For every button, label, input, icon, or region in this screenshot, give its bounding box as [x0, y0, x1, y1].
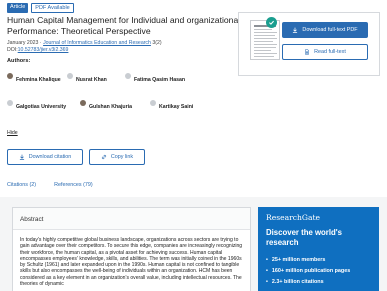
- publication-meta: January 2023 · Journal of Informatics Ed…: [7, 40, 162, 54]
- read-fulltext-button[interactable]: Read full-text: [282, 44, 368, 60]
- author-name: Fatima Qasim Hasan: [134, 77, 186, 83]
- copy-link-button[interactable]: Copy link: [89, 149, 145, 165]
- authors-label: Authors:: [7, 58, 31, 64]
- author-item[interactable]: Galgotias University: [7, 100, 67, 110]
- author-item[interactable]: Nusrat Khan: [67, 73, 107, 83]
- download-icon: [19, 154, 24, 160]
- stat-citations: 2.3+ billion citations: [266, 277, 350, 288]
- download-citation-label: Download citation: [28, 154, 72, 160]
- author-item[interactable]: Kartikay Saini: [150, 100, 194, 110]
- checkmark-icon: [266, 17, 277, 28]
- author-name: Galgotias University: [16, 104, 67, 110]
- doi-label: DOI:: [7, 47, 18, 53]
- avatar: [67, 73, 73, 79]
- read-fulltext-label: Read full-text: [314, 49, 346, 55]
- publication-title: Human Capital Management for Individual …: [7, 15, 241, 36]
- document-icon: [305, 49, 309, 55]
- promo-headline: Discover the world's research: [266, 228, 342, 247]
- avatar: [7, 73, 13, 79]
- download-icon: [293, 27, 298, 33]
- avatar: [80, 100, 86, 106]
- badge-row: Article PDF Available: [7, 3, 74, 13]
- copy-link-label: Copy link: [110, 154, 134, 160]
- author-item[interactable]: Fehmina Khalique: [7, 73, 61, 83]
- download-pdf-label: Download full-text PDF: [302, 27, 358, 33]
- abstract-card: Abstract In today's highly competitive g…: [12, 207, 251, 291]
- promo-stats: 25+ million members 160+ million publica…: [266, 255, 350, 288]
- stat-members: 25+ million members: [266, 255, 350, 266]
- researchgate-promo[interactable]: ResearchGate Discover the world's resear…: [258, 207, 379, 291]
- publication-date: January 2023: [7, 40, 39, 46]
- publication-tabs: Citations (2) References (79): [7, 182, 93, 188]
- avatar: [7, 100, 13, 106]
- download-pdf-button[interactable]: Download full-text PDF: [282, 22, 368, 38]
- journal-link[interactable]: Journal of Informatics Education and Res…: [43, 40, 151, 46]
- author-name: Nusrat Khan: [76, 77, 107, 83]
- abstract-heading: Abstract: [13, 208, 250, 230]
- tab-references[interactable]: References (79): [54, 182, 93, 188]
- tab-citations[interactable]: Citations (2): [7, 182, 36, 188]
- journal-volume: 3(2): [150, 40, 162, 46]
- hide-authors-link[interactable]: Hide: [7, 130, 18, 136]
- download-citation-button[interactable]: Download citation: [7, 149, 83, 165]
- avatar: [150, 100, 156, 106]
- link-icon: [101, 154, 107, 160]
- author-item[interactable]: Fatima Qasim Hasan: [125, 73, 186, 83]
- researchgate-logo: ResearchGate: [266, 213, 321, 222]
- abstract-text: In today's highly competitive global bus…: [20, 237, 243, 288]
- author-name: Fehmina Khalique: [16, 77, 61, 83]
- author-name: Kartikay Saini: [159, 104, 194, 110]
- author-name: Gulshan Khajuria: [89, 104, 132, 110]
- avatar: [125, 73, 131, 79]
- author-item[interactable]: Gulshan Khajuria: [80, 100, 132, 110]
- article-type-badge: Article: [7, 3, 29, 13]
- pdf-available-badge: PDF Available: [31, 3, 74, 13]
- stat-publication-pages: 160+ million publication pages: [266, 266, 350, 277]
- doi-link[interactable]: 10.52783/jier.v3i2.369: [18, 47, 69, 53]
